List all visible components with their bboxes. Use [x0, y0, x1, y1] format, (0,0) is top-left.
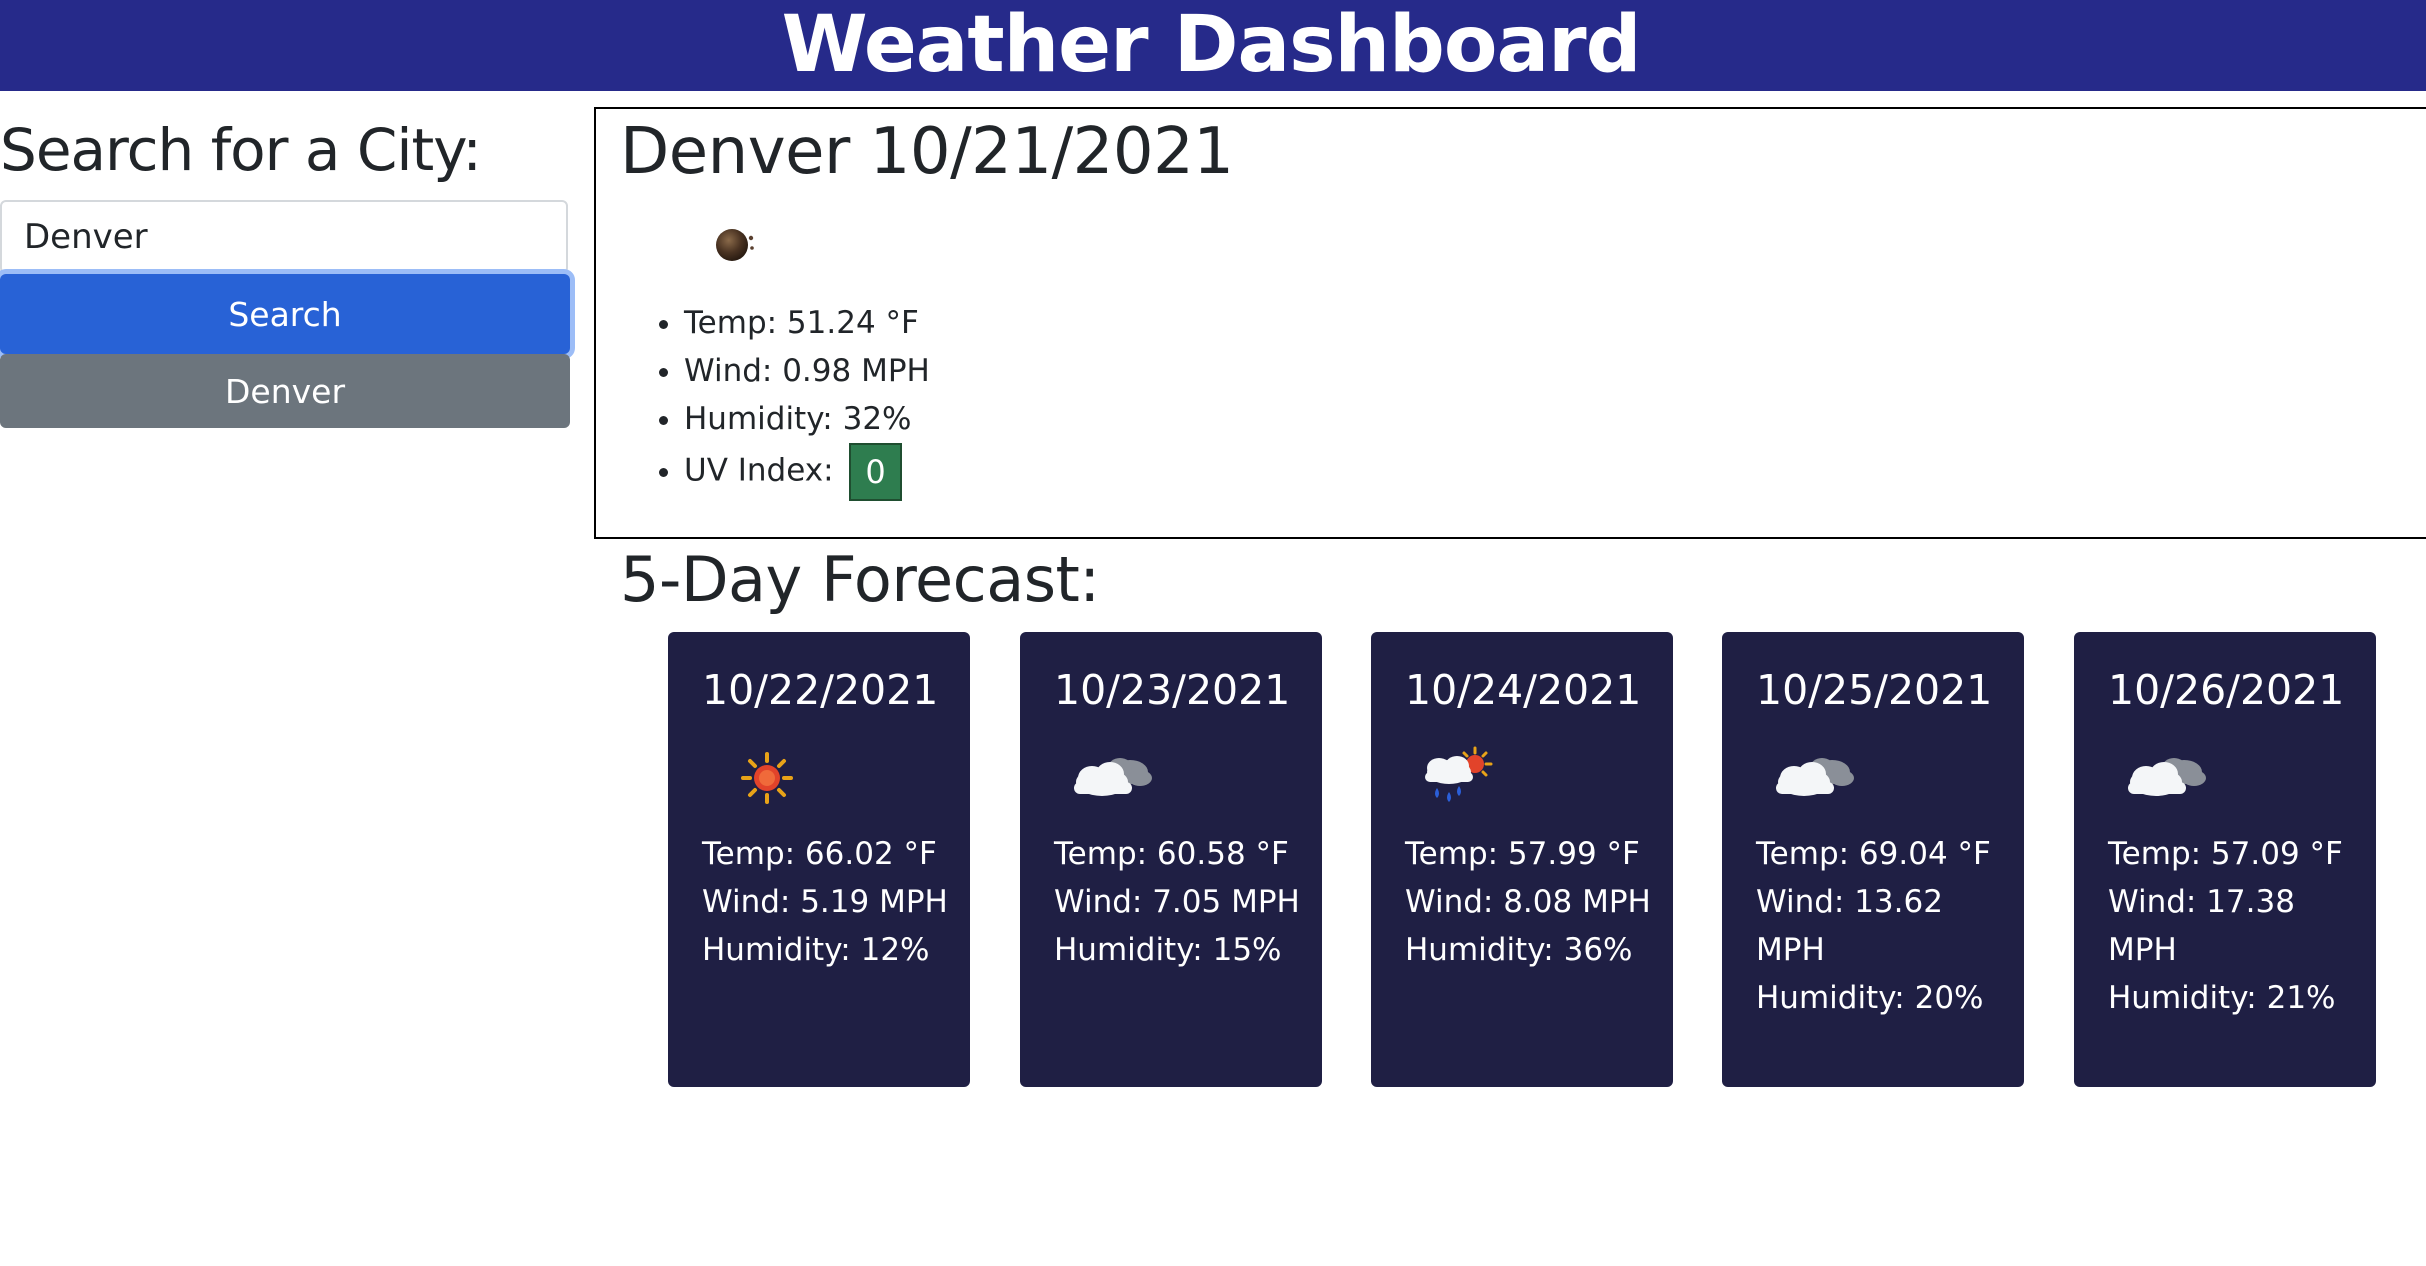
forecast-wind: Wind: 5.19 MPH	[702, 884, 948, 920]
uv-index-badge: 0	[849, 443, 902, 501]
forecast-date: 10/25/2021	[1756, 666, 1993, 714]
forecast-details: Temp: 57.99 °F Wind: 8.08 MPH Humidity: …	[1405, 830, 1669, 974]
cloudy-icon	[1776, 758, 1854, 796]
forecast-humidity: Humidity: 12%	[702, 932, 930, 968]
forecast-temp: Temp: 69.04 °F	[1756, 836, 1991, 872]
forecast-details: Temp: 60.58 °F Wind: 7.05 MPH Humidity: …	[1054, 830, 1318, 974]
forecast-temp: Temp: 57.09 °F	[2108, 836, 2343, 872]
forecast-temp: Temp: 66.02 °F	[702, 836, 937, 872]
search-sidebar: Search for a City: Search Denver	[0, 110, 572, 428]
forecast-humidity: Humidity: 20%	[1756, 980, 1984, 1016]
forecast-temp: Temp: 57.99 °F	[1405, 836, 1640, 872]
current-wind: Wind: 0.98 MPH	[684, 347, 930, 395]
forecast-wind: Wind: 13.62 MPH	[1756, 884, 1943, 968]
forecast-humidity: Humidity: 21%	[2108, 980, 2336, 1016]
forecast-humidity: Humidity: 36%	[1405, 932, 1633, 968]
uv-label: UV Index:	[684, 452, 834, 489]
forecast-temp: Temp: 60.58 °F	[1054, 836, 1289, 872]
current-city-date: Denver 10/21/2021	[620, 115, 1234, 189]
history-button-denver[interactable]: Denver	[0, 354, 570, 428]
forecast-date: 10/24/2021	[1405, 666, 1642, 714]
cloudy-icon	[2128, 758, 2206, 796]
forecast-date: 10/23/2021	[1054, 666, 1291, 714]
forecast-humidity: Humidity: 15%	[1054, 932, 1282, 968]
search-heading: Search for a City:	[0, 116, 482, 184]
forecast-details: Temp: 66.02 °F Wind: 5.19 MPH Humidity: …	[702, 830, 966, 974]
forecast-date: 10/26/2021	[2108, 666, 2345, 714]
page-title: Weather Dashboard	[781, 0, 1642, 90]
forecast-date: 10/22/2021	[702, 666, 939, 714]
current-conditions-list: Temp: 51.24 °F Wind: 0.98 MPH Humidity: …	[640, 299, 930, 501]
current-temp: Temp: 51.24 °F	[684, 299, 930, 347]
city-search-input[interactable]	[0, 200, 568, 274]
dark-moon-night-icon	[716, 229, 754, 261]
forecast-wind: Wind: 17.38 MPH	[2108, 884, 2295, 968]
forecast-card: 10/24/2021 Temp: 57.99 °F Wind: 8.08 MPH…	[1371, 632, 1673, 1087]
cloudy-icon	[1074, 758, 1152, 796]
forecast-heading: 5-Day Forecast:	[620, 543, 1100, 616]
forecast-wind: Wind: 7.05 MPH	[1054, 884, 1300, 920]
current-uv: UV Index: 0	[684, 443, 930, 501]
rain-sun-icon	[1425, 746, 1493, 802]
current-weather-panel: Denver 10/21/2021 Temp: 51.24 °F Wind: 0…	[594, 107, 2426, 539]
forecast-details: Temp: 69.04 °F Wind: 13.62 MPH Humidity:…	[1756, 830, 2020, 1022]
forecast-card: 10/23/2021 Temp: 60.58 °F Wind: 7.05 MPH…	[1020, 632, 1322, 1087]
forecast-details: Temp: 57.09 °F Wind: 17.38 MPH Humidity:…	[2108, 830, 2372, 1022]
forecast-card: 10/22/2021 Temp: 66.02 °F Wind: 5.19 MPH…	[668, 632, 970, 1087]
forecast-card: 10/25/2021 Temp: 69.04 °F Wind: 13.62 MP…	[1722, 632, 2024, 1087]
page-header: Weather Dashboard	[0, 0, 2426, 91]
search-button[interactable]: Search	[0, 274, 570, 354]
sun-icon	[741, 752, 793, 804]
forecast-card: 10/26/2021 Temp: 57.09 °F Wind: 17.38 MP…	[2074, 632, 2376, 1087]
forecast-wind: Wind: 8.08 MPH	[1405, 884, 1651, 920]
current-humidity: Humidity: 32%	[684, 395, 930, 443]
